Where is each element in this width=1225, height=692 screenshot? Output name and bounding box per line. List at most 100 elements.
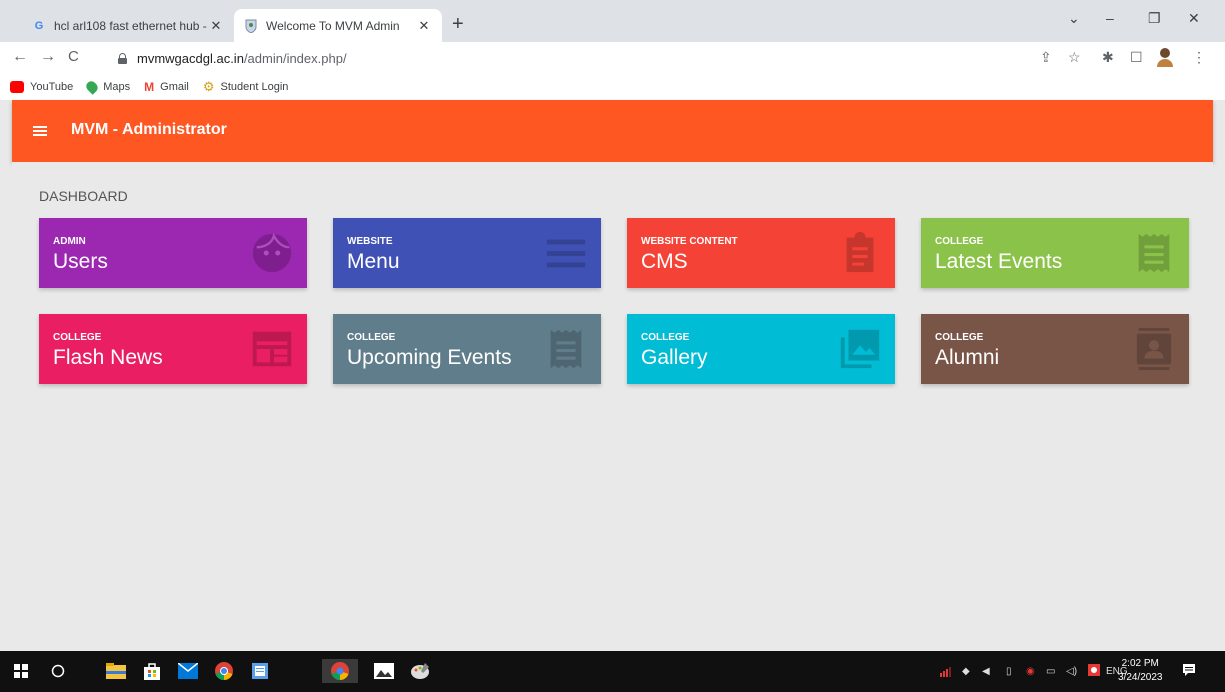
lock-icon[interactable] bbox=[118, 53, 127, 64]
youtube-icon bbox=[10, 81, 24, 93]
clipboard-icon bbox=[846, 231, 874, 273]
url-field[interactable]: mvmwgacdgl.ac.in/admin/index.php/ bbox=[118, 51, 347, 66]
browser-tab-strip: G hcl arl108 fast ethernet hub - Go ✕ We… bbox=[0, 0, 1225, 42]
card-category: WEBSITE bbox=[347, 236, 393, 247]
search-icon[interactable] bbox=[46, 659, 70, 683]
windows-taskbar: ◆ ◀ ▯ ◉ ▭ ◁) ENG 2:02 PM 3/24/2023 bbox=[0, 651, 1225, 692]
card-users[interactable]: ADMIN Users bbox=[39, 218, 307, 288]
battery-icon[interactable]: ▯ bbox=[1006, 666, 1012, 677]
face-icon bbox=[252, 232, 292, 273]
clock-time: 2:02 PM bbox=[1121, 658, 1159, 669]
tab-title: Welcome To MVM Admin bbox=[266, 18, 400, 33]
card-name: CMS bbox=[641, 250, 688, 273]
web-layout-icon bbox=[252, 331, 292, 367]
signal-bars-icon[interactable] bbox=[940, 663, 954, 680]
card-menu[interactable]: WEBSITE Menu bbox=[333, 218, 601, 288]
receipt-icon bbox=[1138, 233, 1170, 273]
close-tab-icon[interactable]: ✕ bbox=[208, 18, 224, 34]
extensions-icon[interactable]: ✱ bbox=[1102, 50, 1114, 64]
bookmark-maps[interactable]: Maps bbox=[84, 79, 131, 95]
bookmark-gmail[interactable]: M Gmail bbox=[144, 80, 189, 94]
mail-icon[interactable] bbox=[176, 659, 200, 683]
url-domain: mvmwgacdgl.ac.in bbox=[137, 51, 244, 66]
card-category: COLLEGE bbox=[935, 332, 984, 343]
card-alumni[interactable]: COLLEGE Alumni bbox=[921, 314, 1189, 384]
bookmark-label: Student Login bbox=[220, 81, 289, 93]
card-cms[interactable]: WEBSITE CONTENT CMS bbox=[627, 218, 895, 288]
bookmark-label: Maps bbox=[103, 81, 131, 93]
restore-icon[interactable]: ❐ bbox=[1148, 10, 1161, 27]
notepad-icon[interactable] bbox=[248, 659, 272, 683]
tray-app-icon[interactable]: ◆ bbox=[962, 666, 970, 677]
card-upcoming-events[interactable]: COLLEGE Upcoming Events bbox=[333, 314, 601, 384]
card-latest-events[interactable]: COLLEGE Latest Events bbox=[921, 218, 1189, 288]
bookmark-label: YouTube bbox=[30, 81, 74, 93]
url-path: /admin/index.php/ bbox=[243, 51, 347, 66]
app-title[interactable]: MVM - Administrator bbox=[71, 121, 227, 139]
card-category: COLLEGE bbox=[935, 236, 984, 247]
tab-title: hcl arl108 fast ethernet hub - Go bbox=[54, 18, 208, 33]
contact-card-icon bbox=[1136, 327, 1172, 371]
side-panel-icon[interactable]: ☐ bbox=[1130, 50, 1143, 64]
tab-search-icon[interactable]: ⌄ bbox=[1068, 10, 1080, 27]
card-category: ADMIN bbox=[53, 236, 86, 247]
card-name: Users bbox=[53, 250, 108, 273]
card-flash-news[interactable]: COLLEGE Flash News bbox=[39, 314, 307, 384]
more-menu-icon[interactable]: ⋮ bbox=[1192, 50, 1206, 64]
card-category: WEBSITE CONTENT bbox=[641, 236, 738, 247]
share-icon[interactable]: ⇪ bbox=[1040, 50, 1052, 64]
card-name: Latest Events bbox=[935, 250, 1063, 273]
file-explorer-icon[interactable] bbox=[104, 659, 128, 683]
gmail-icon: M bbox=[144, 80, 155, 94]
profile-avatar-icon[interactable] bbox=[1156, 47, 1174, 69]
bookmark-youtube[interactable]: YouTube bbox=[10, 81, 73, 93]
card-category: COLLEGE bbox=[53, 332, 102, 343]
notifications-icon[interactable] bbox=[1182, 663, 1196, 680]
receipt-icon bbox=[550, 329, 582, 369]
system-clock[interactable]: 2:02 PM 3/24/2023 bbox=[1118, 657, 1163, 685]
bookmarks-bar: YouTube Maps M Gmail ⚙ Student Login bbox=[0, 74, 1225, 100]
security-icon[interactable]: ◉ bbox=[1026, 666, 1035, 677]
card-name: Upcoming Events bbox=[347, 346, 512, 369]
site-icon bbox=[244, 19, 258, 33]
minimize-icon[interactable]: – bbox=[1106, 10, 1114, 26]
store-icon[interactable] bbox=[140, 659, 164, 683]
card-category: COLLEGE bbox=[641, 332, 690, 343]
bookmark-star-icon[interactable]: ☆ bbox=[1068, 50, 1081, 64]
hamburger-menu-icon[interactable] bbox=[33, 126, 47, 136]
card-name: Flash News bbox=[53, 346, 163, 369]
menu-lines-icon bbox=[546, 239, 586, 268]
address-bar-row: ← → C mvmwgacdgl.ac.in/admin/index.php/ … bbox=[0, 42, 1225, 74]
back-icon[interactable]: ← bbox=[12, 49, 28, 65]
close-window-icon[interactable]: ✕ bbox=[1188, 10, 1200, 27]
windows-start-icon[interactable] bbox=[9, 659, 33, 683]
photos-icon[interactable] bbox=[372, 659, 396, 683]
card-category: COLLEGE bbox=[347, 332, 396, 343]
tab-google-search[interactable]: G hcl arl108 fast ethernet hub - Go ✕ bbox=[22, 9, 234, 42]
card-name: Menu bbox=[347, 250, 400, 273]
paint-icon[interactable] bbox=[408, 659, 432, 683]
tray-speaker-app-icon[interactable]: ◀ bbox=[982, 666, 990, 677]
bookmark-student-login[interactable]: ⚙ Student Login bbox=[203, 79, 289, 95]
card-name: Gallery bbox=[641, 346, 708, 369]
app-header: MVM - Administrator bbox=[12, 100, 1213, 162]
google-icon: G bbox=[34, 19, 44, 32]
chrome-icon[interactable] bbox=[212, 659, 236, 683]
dashboard-content: DASHBOARD ADMIN Users WEBSITE Menu WEBSI… bbox=[12, 162, 1213, 651]
card-gallery[interactable]: COLLEGE Gallery bbox=[627, 314, 895, 384]
forward-icon[interactable]: → bbox=[40, 49, 56, 65]
bookmark-label: Gmail bbox=[160, 81, 189, 93]
reload-icon[interactable]: C bbox=[68, 49, 79, 65]
photo-library-icon bbox=[840, 329, 880, 369]
chrome-active-icon[interactable] bbox=[322, 659, 358, 683]
page-title: DASHBOARD bbox=[39, 188, 128, 204]
close-tab-icon[interactable]: ✕ bbox=[416, 18, 432, 34]
network-icon[interactable]: ▭ bbox=[1046, 666, 1055, 677]
maps-pin-icon bbox=[84, 79, 101, 95]
volume-icon[interactable]: ◁) bbox=[1066, 666, 1077, 677]
clock-date: 3/24/2023 bbox=[1118, 672, 1163, 683]
tray-red-app-icon[interactable] bbox=[1088, 664, 1100, 679]
gear-icon: ⚙ bbox=[202, 79, 215, 94]
new-tab-button[interactable]: + bbox=[452, 14, 464, 34]
tab-mvm-admin[interactable]: Welcome To MVM Admin ✕ bbox=[234, 9, 442, 42]
